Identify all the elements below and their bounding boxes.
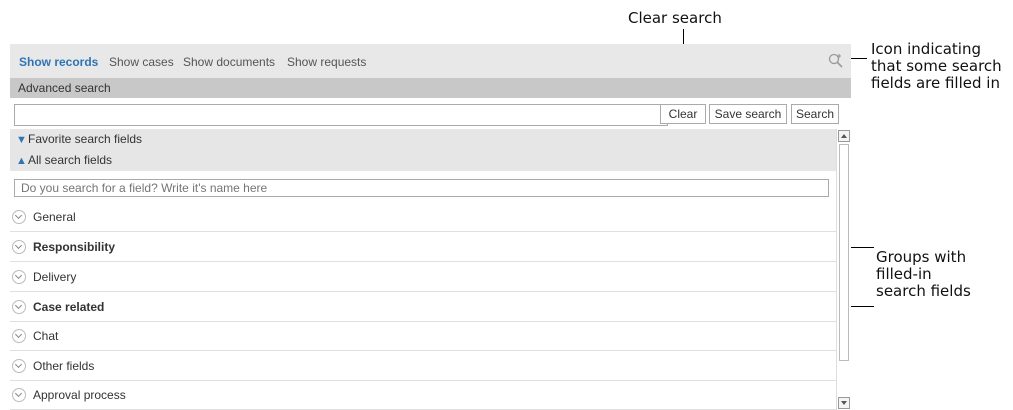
expand-icon: [12, 240, 26, 254]
group-label: Approval process: [33, 388, 126, 402]
annotation-groups-line-2: filled-in: [876, 265, 932, 283]
search-button[interactable]: Search: [791, 104, 839, 124]
all-fields-header[interactable]: ▲All search fields: [10, 150, 836, 171]
search-panel: Show records Show cases Show documents S…: [10, 44, 851, 410]
group-chat[interactable]: Chat: [10, 322, 836, 351]
annotation-clear-search: Clear search: [628, 9, 722, 27]
tab-show-cases[interactable]: Show cases: [109, 55, 174, 69]
group-responsibility[interactable]: Responsibility: [10, 233, 836, 262]
group-delivery[interactable]: Delivery: [10, 263, 836, 292]
group-label: Responsibility: [33, 240, 116, 254]
expand-icon: [12, 359, 26, 373]
expand-icon: [12, 300, 26, 314]
annotation-icon-line-2: that some search: [871, 57, 1002, 75]
expand-icon: [12, 329, 26, 343]
all-fields-label: All search fields: [28, 153, 113, 167]
field-search-input[interactable]: [14, 179, 829, 197]
annotation-icon-line-3: fields are filled in: [871, 74, 1000, 92]
chevron-up-icon: ▲: [16, 155, 27, 167]
save-search-button[interactable]: Save search: [709, 104, 787, 124]
annotation-groups-line-3: search fields: [876, 282, 971, 300]
tab-show-records[interactable]: Show records: [19, 55, 98, 69]
annotation-icon-indicating: Icon indicating that some search fields …: [871, 41, 1002, 92]
advanced-search-bar: Advanced search: [10, 78, 851, 98]
scroll-down-arrow-icon[interactable]: [838, 397, 850, 409]
group-case-related[interactable]: Case related: [10, 293, 836, 322]
scrollbar[interactable]: [836, 129, 851, 410]
group-general[interactable]: General: [10, 203, 836, 232]
tab-show-requests[interactable]: Show requests: [287, 55, 366, 69]
tab-bar: Show records Show cases Show documents S…: [10, 44, 851, 78]
chevron-down-icon: ▼: [16, 134, 27, 146]
group-label: Delivery: [33, 270, 77, 284]
group-label: General: [33, 210, 76, 224]
group-label: Chat: [33, 329, 59, 343]
group-other-fields[interactable]: Other fields: [10, 352, 836, 381]
favorite-fields-label: Favorite search fields: [28, 132, 143, 146]
annotation-groups-filled: Groups with filled-in search fields: [876, 249, 971, 300]
scrollbar-thumb[interactable]: [839, 144, 849, 361]
search-input[interactable]: [14, 104, 668, 126]
expand-icon: [12, 388, 26, 402]
group-approval-process[interactable]: Approval process: [10, 381, 836, 410]
scroll-up-arrow-icon[interactable]: [838, 130, 850, 142]
advanced-search-label: Advanced search: [18, 81, 111, 95]
group-label: Other fields: [33, 359, 95, 373]
expand-icon: [12, 210, 26, 224]
annotation-icon-line-1: Icon indicating: [871, 40, 982, 58]
search-indicator-icon[interactable]: [827, 52, 845, 70]
clear-button[interactable]: Clear: [660, 104, 706, 124]
favorite-fields-header[interactable]: ▼Favorite search fields: [10, 129, 836, 150]
group-label: Case related: [33, 300, 105, 314]
annotation-groups-line-1: Groups with: [876, 248, 967, 266]
search-fields-list: ▼Favorite search fields ▲All search fiel…: [10, 129, 836, 410]
tab-show-documents[interactable]: Show documents: [183, 55, 275, 69]
expand-icon: [12, 270, 26, 284]
